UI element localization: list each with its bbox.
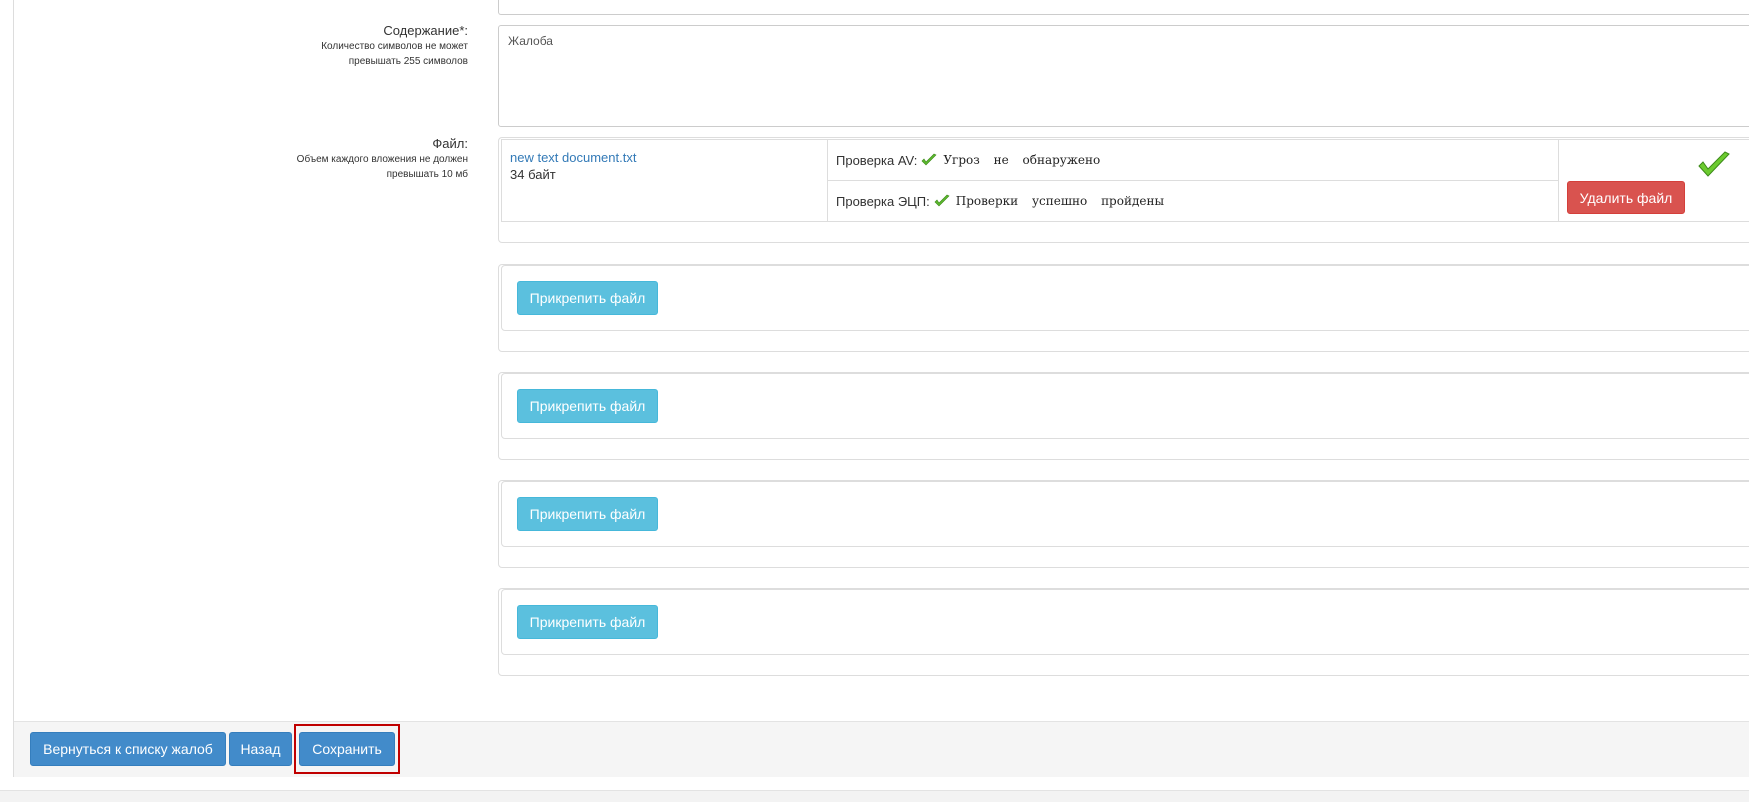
content-label: Содержание*: — [383, 23, 468, 38]
page-bottom-bar — [0, 790, 1749, 802]
ecp-check-result: Проверки успешно пройдены — [955, 194, 1165, 208]
delete-file-button[interactable]: Удалить файл — [1567, 181, 1685, 214]
attach-file-button[interactable]: Прикрепить файл — [517, 605, 658, 639]
av-check-label: Проверка AV: — [836, 152, 918, 168]
page: Содержание*: Количество символов не може… — [0, 0, 1749, 802]
av-check-result: Угроз не обнаружено — [943, 153, 1101, 167]
check-icon — [921, 153, 937, 167]
attach-slot-inner: Прикрепить файл — [501, 265, 1749, 331]
ecp-check-cell: Проверка ЭЦП: Проверки успешно пройдены — [828, 181, 1559, 221]
file-size: 34 байт — [510, 167, 556, 182]
content-hint-line1: Количество символов не может — [321, 41, 468, 52]
av-check-cell: Проверка AV: Угроз не обнаружено — [828, 140, 1559, 181]
previous-field-box[interactable] — [498, 0, 1749, 15]
attach-slot-2: Прикрепить файл — [498, 372, 1749, 460]
content-label-block: Содержание*: Количество символов не може… — [168, 23, 468, 69]
attach-slot-3: Прикрепить файл — [498, 480, 1749, 568]
attach-file-button[interactable]: Прикрепить файл — [517, 497, 658, 531]
file-name-cell: new text document.txt 34 байт — [502, 140, 828, 221]
attach-file-button[interactable]: Прикрепить файл — [517, 389, 658, 423]
attached-file-card: new text document.txt 34 байт Проверка A… — [498, 137, 1749, 243]
file-label: Файл: — [432, 136, 468, 151]
ecp-check-label: Проверка ЭЦП: — [836, 193, 930, 209]
save-button[interactable]: Сохранить — [299, 732, 395, 766]
attach-slot-inner: Прикрепить файл — [501, 481, 1749, 547]
file-hint-line1: Объем каждого вложения не должен — [296, 154, 468, 165]
file-label-block: Файл: Объем каждого вложения не должен п… — [168, 136, 468, 182]
file-status-check-icon — [1697, 150, 1731, 180]
attach-file-button[interactable]: Прикрепить файл — [517, 281, 658, 315]
file-name-link[interactable]: new text document.txt — [510, 149, 819, 166]
attach-slot-1: Прикрепить файл — [498, 264, 1749, 352]
file-hint-line2: превышать 10 мб — [386, 169, 468, 180]
attach-slot-inner: Прикрепить файл — [501, 589, 1749, 655]
check-icon — [934, 194, 950, 208]
attached-file-table: new text document.txt 34 байт Проверка A… — [501, 139, 1749, 222]
back-to-list-button[interactable]: Вернуться к списку жалоб — [30, 732, 226, 766]
attach-slot-inner: Прикрепить файл — [501, 373, 1749, 439]
content-textarea[interactable]: Жалоба — [498, 25, 1749, 127]
attach-slot-4: Прикрепить файл — [498, 588, 1749, 676]
content-hint-line2: превышать 255 символов — [348, 56, 468, 67]
back-button[interactable]: Назад — [229, 732, 292, 766]
file-actions-cell: Удалить файл — [1559, 140, 1749, 221]
